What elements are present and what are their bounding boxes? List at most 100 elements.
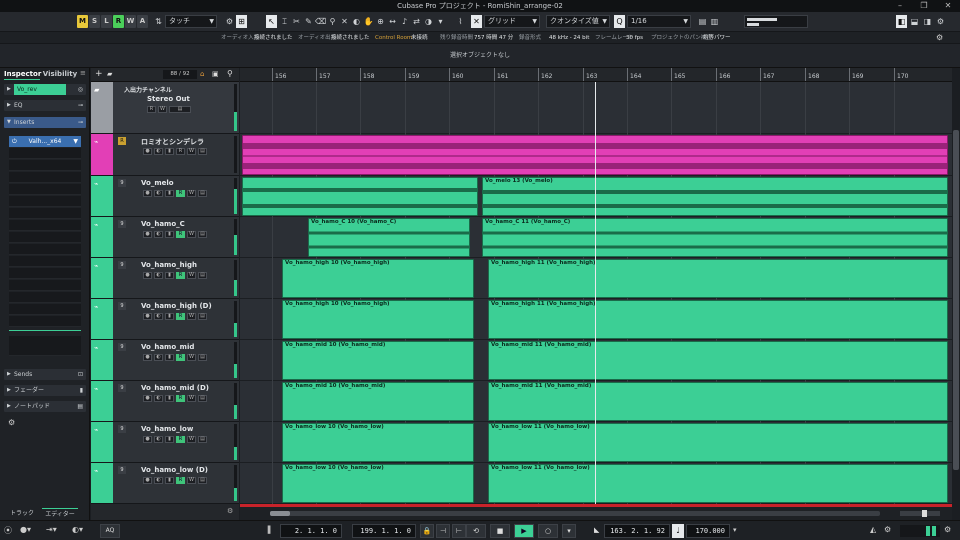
- read-button[interactable]: R: [176, 395, 185, 402]
- audio-event-high-d-11[interactable]: Vo_hamo_high 11 (Vo_hamo_high): [488, 300, 948, 339]
- quantize-type-dropdown[interactable]: クオンタイズ値 ▼: [546, 15, 610, 28]
- audio-event-mid-d-10[interactable]: Vo_hamo_mid 10 (Vo_hamo_mid): [282, 382, 474, 421]
- auto-quantize-button[interactable]: AQ: [100, 524, 120, 538]
- audio-event-low-d-10[interactable]: Vo_hamo_low 10 (Vo_hamo_low): [282, 464, 474, 503]
- inspector-sends-section[interactable]: ▶ Sends ⊡: [4, 369, 86, 380]
- right-locator-display[interactable]: 199. 1. 1. 0: [352, 524, 416, 538]
- inspector-eq-section[interactable]: ▶ EQ ⊸: [4, 100, 86, 111]
- tab-visibility[interactable]: Visibility: [42, 68, 78, 80]
- insert-slot[interactable]: [9, 160, 81, 171]
- inspector-settings-icon[interactable]: ⚙: [8, 418, 15, 427]
- write-button[interactable]: W: [187, 190, 196, 197]
- punch-in-icon[interactable]: ⊣: [436, 524, 450, 538]
- mute-button[interactable]: ●: [143, 190, 152, 197]
- monitor-button[interactable]: ▮: [165, 354, 174, 361]
- write-automation-button[interactable]: W: [125, 15, 136, 28]
- play-button[interactable]: ▶: [514, 524, 534, 538]
- mute-button[interactable]: ●: [143, 231, 152, 238]
- monitor-button[interactable]: ▮: [165, 436, 174, 443]
- mute-button[interactable]: ●: [143, 313, 152, 320]
- edit-button[interactable]: ▤: [198, 436, 207, 443]
- mute-button[interactable]: ●: [143, 436, 152, 443]
- write-button[interactable]: W: [187, 395, 196, 402]
- audio-event-high-10[interactable]: Vo_hamo_high 10 (Vo_hamo_high): [282, 259, 474, 298]
- channel-settings-button[interactable]: ▤: [169, 106, 191, 113]
- tracklist-settings-icon[interactable]: ⚙: [227, 507, 233, 515]
- insert-slot-1[interactable]: ⏻ Valh..._x64 ▼: [9, 136, 81, 147]
- lock-icon[interactable]: 🔒: [420, 524, 434, 538]
- insert-slot[interactable]: [9, 336, 81, 356]
- insert-slot[interactable]: [9, 244, 81, 255]
- track-vo-hamo-mid[interactable]: ⌁ 9 Vo_hamo_mid ● ◐ ▮ R W ▤: [91, 340, 239, 381]
- erase-tool-icon[interactable]: ⌫: [315, 15, 326, 28]
- mute-tool-icon[interactable]: ✕: [339, 15, 350, 28]
- transport-menu-icon[interactable]: ▾: [562, 524, 576, 538]
- track-vo-hamo-c[interactable]: ⌁ 9 Vo_hamo_C ● ◐ ▮ R W ▤: [91, 217, 239, 258]
- audio-event-high-d-10[interactable]: Vo_hamo_high 10 (Vo_hamo_high): [282, 300, 474, 339]
- write-button[interactable]: W: [187, 148, 196, 155]
- read-button[interactable]: R: [176, 436, 185, 443]
- insert-slot[interactable]: [9, 196, 81, 207]
- more-tools-icon[interactable]: ▾: [435, 15, 446, 28]
- edit-button[interactable]: ▤: [198, 477, 207, 484]
- tempo-menu-icon[interactable]: ▾: [733, 526, 737, 534]
- write-button[interactable]: W: [158, 106, 167, 113]
- inserts-bypass-icon[interactable]: ⊸: [78, 117, 83, 128]
- punch-out-icon[interactable]: ⊢: [452, 524, 466, 538]
- insert-slot[interactable]: [9, 292, 81, 303]
- mute-all-button[interactable]: M: [77, 15, 88, 28]
- insert-slot[interactable]: [9, 256, 81, 267]
- audio-event-hamo-c-11[interactable]: Vo_hamo_C 11 (Vo_hamo_C): [482, 218, 948, 257]
- search-icon[interactable]: ⚲: [227, 69, 233, 78]
- color-tool-icon[interactable]: ◑: [423, 15, 434, 28]
- automation-panel-button[interactable]: A: [137, 15, 148, 28]
- edit-button[interactable]: ▤: [198, 231, 207, 238]
- mute-button[interactable]: ●: [143, 272, 152, 279]
- snap-type-dropdown[interactable]: グリッド ▼: [484, 15, 540, 28]
- insert-slot[interactable]: [9, 148, 81, 159]
- audio-event-melo-prev[interactable]: [242, 177, 478, 216]
- read-button[interactable]: R: [176, 477, 185, 484]
- mute-button[interactable]: ●: [143, 354, 152, 361]
- edit-button[interactable]: ▤: [198, 190, 207, 197]
- info-settings-icon[interactable]: ⚙: [936, 32, 943, 44]
- minimize-button[interactable]: –: [888, 0, 912, 12]
- insert-slot[interactable]: [9, 304, 81, 315]
- track-vo-hamo-high[interactable]: ⌁ 9 Vo_hamo_high ● ◐ ▮ R W ▤: [91, 258, 239, 299]
- audio-event-mid-10[interactable]: Vo_hamo_mid 10 (Vo_hamo_mid): [282, 341, 474, 380]
- mute-button[interactable]: ●: [143, 148, 152, 155]
- color-palette-icon[interactable]: ▤: [697, 15, 708, 28]
- vertical-scrollbar[interactable]: [952, 68, 960, 504]
- mute-button[interactable]: ●: [143, 395, 152, 402]
- read-button[interactable]: ▮: [165, 148, 174, 155]
- audio-event-low-d-11[interactable]: Vo_hamo_low 11 (Vo_hamo_low): [488, 464, 948, 503]
- read-button[interactable]: R: [176, 190, 185, 197]
- write-button[interactable]: W: [187, 272, 196, 279]
- insert-slot[interactable]: [9, 232, 81, 243]
- quantize-icon[interactable]: Q: [614, 15, 625, 28]
- constrain-delay-icon[interactable]: ⚙: [224, 15, 235, 28]
- mute-button[interactable]: ●: [143, 477, 152, 484]
- solo-button[interactable]: ◐: [154, 190, 163, 197]
- read-button[interactable]: R: [147, 106, 156, 113]
- cycle-record-icon[interactable]: ◐▾: [72, 525, 83, 534]
- metronome-icon[interactable]: ◣: [594, 526, 599, 534]
- line-tool-icon[interactable]: ↔: [387, 15, 398, 28]
- monitor-button[interactable]: ▮: [165, 231, 174, 238]
- listen-button[interactable]: L: [101, 15, 112, 28]
- auto-scroll-icon[interactable]: ⊞: [236, 15, 247, 28]
- read-button[interactable]: R: [176, 231, 185, 238]
- tempo-track-icon[interactable]: ♩: [672, 524, 684, 538]
- write-button[interactable]: W: [187, 231, 196, 238]
- snap-on-icon[interactable]: ⌇: [455, 15, 466, 28]
- time-warp-tool-icon[interactable]: ⇄: [411, 15, 422, 28]
- track-vo-hamo-low-d[interactable]: ⌁ 9 Vo_hamo_low (D) ● ◐ ▮ R W ▤: [91, 463, 239, 504]
- audio-event-mid-d-11[interactable]: Vo_hamo_mid 11 (Vo_hamo_mid): [488, 382, 948, 421]
- insert-slot[interactable]: [9, 184, 81, 195]
- audio-event-high-11[interactable]: Vo_hamo_high 11 (Vo_hamo_high): [488, 259, 948, 298]
- zoom-slider[interactable]: [900, 510, 940, 517]
- project-arrange-area[interactable]: Vo_melo 13 (Vo_melo) Vo_hamo_C 10 (Vo_ha…: [240, 82, 952, 504]
- horizontal-scroll-thumb[interactable]: [270, 511, 290, 516]
- solo-button[interactable]: ◐: [154, 231, 163, 238]
- read-button[interactable]: R: [176, 313, 185, 320]
